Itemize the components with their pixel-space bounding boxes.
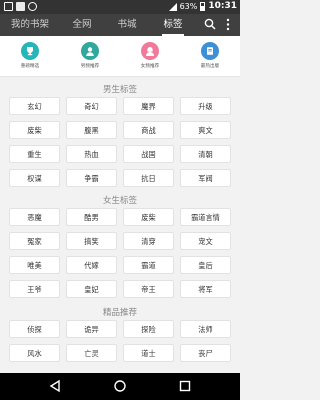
book-icon (207, 47, 213, 55)
trophy-icon (27, 47, 33, 56)
tag-button[interactable]: 诡异 (66, 320, 117, 338)
tag-button[interactable]: 升级 (180, 97, 231, 115)
tag-button[interactable]: 唯美 (9, 256, 60, 274)
quick-link-featured[interactable]: 重磅精选 (0, 42, 60, 69)
quick-link-label: 男频推荐 (80, 64, 100, 69)
tag-button[interactable]: 清朝 (180, 145, 231, 163)
quick-link-male[interactable]: 男频推荐 (60, 42, 120, 69)
sync-icon (28, 2, 37, 11)
tag-button[interactable]: 亡灵 (66, 344, 117, 362)
hot-publish-circle (201, 42, 219, 60)
tag-button[interactable]: 重生 (9, 145, 60, 163)
tag-button[interactable]: 废柴 (123, 208, 174, 226)
female-circle (141, 42, 159, 60)
home-icon[interactable] (113, 379, 127, 393)
tag-button[interactable]: 抗日 (123, 169, 174, 187)
tag-button[interactable]: 霸道 (123, 256, 174, 274)
tab-bookshelf[interactable]: 我的书架 (0, 14, 60, 36)
tag-button[interactable]: 搞笑 (66, 232, 117, 250)
system-nav-bar (0, 373, 240, 400)
section-title-male: 男生标签 (102, 85, 137, 95)
tag-button[interactable]: 爽文 (180, 121, 231, 139)
search-icon[interactable] (204, 18, 216, 30)
tag-button[interactable]: 酷男 (66, 208, 117, 226)
signal-icon (168, 2, 177, 11)
tag-button[interactable]: 代嫁 (66, 256, 117, 274)
more-menu-icon[interactable] (223, 18, 233, 31)
tag-button[interactable]: 宠文 (180, 232, 231, 250)
tag-button[interactable]: 王爷 (9, 280, 60, 298)
quick-link-hot-publish[interactable]: 最热出版 (180, 42, 240, 69)
notification-icon (4, 2, 13, 11)
female-avatar-icon (146, 47, 154, 56)
quick-link-label: 女频推荐 (140, 64, 160, 69)
tag-button[interactable]: 恶魔 (9, 208, 60, 226)
tag-button[interactable]: 霸道言情 (180, 208, 231, 226)
quick-link-label: 重磅精选 (20, 64, 40, 69)
quick-link-label: 最热出版 (200, 64, 220, 69)
tag-button[interactable]: 魔界 (123, 97, 174, 115)
quick-links-bar: 重磅精选 男频推荐 女频推荐 最热出版 (0, 36, 240, 77)
tag-button[interactable]: 帝王 (123, 280, 174, 298)
tag-button[interactable]: 权谋 (9, 169, 60, 187)
battery-icon (200, 2, 206, 11)
clock: 10:31 (208, 1, 237, 11)
featured-circle (21, 42, 39, 60)
female-tags-grid: 恶魔 酷男 废柴 霸道言情冤家 搞笑 清穿 宠文唯美 代嫁 霸道 皇后王爷 皇妃 帝王 将军 (9, 208, 231, 298)
section-title-recommended: 精品推荐 (102, 308, 137, 318)
tag-button[interactable]: 热血 (66, 145, 117, 163)
tag-button[interactable]: 将军 (180, 280, 231, 298)
tag-button[interactable]: 商战 (123, 121, 174, 139)
tag-button[interactable]: 清穿 (123, 232, 174, 250)
battery-percent: 63% (179, 2, 198, 11)
tag-button[interactable]: 探险 (123, 320, 174, 338)
tag-button[interactable]: 丧尸 (180, 344, 231, 362)
status-bar: 63% 10:31 (0, 0, 240, 14)
tag-button[interactable]: 战国 (123, 145, 174, 163)
tab-tags[interactable]: 标签 (150, 14, 196, 36)
section-title-female: 女生标签 (102, 196, 137, 206)
app-notification-icon (16, 2, 25, 11)
tag-button[interactable]: 法师 (180, 320, 231, 338)
tag-button[interactable]: 冤家 (9, 232, 60, 250)
tag-button[interactable]: 皇妃 (66, 280, 117, 298)
quick-link-female[interactable]: 女频推荐 (120, 42, 180, 69)
recommended-tags-grid: 侦探 诡异 探险 法师风水 亡灵 道士 丧尸 (9, 320, 231, 362)
tag-button[interactable]: 道士 (123, 344, 174, 362)
tag-button[interactable]: 争霸 (66, 169, 117, 187)
male-tags-grid: 玄幻 奇幻 魔界 升级废柴 腹黑 商战 爽文重生 热血 战国 清朝权谋 争霸 抗日 军阀 (9, 97, 231, 187)
tag-button[interactable]: 风水 (9, 344, 60, 362)
male-circle (81, 42, 99, 60)
tag-button[interactable]: 侦探 (9, 320, 60, 338)
tag-button[interactable]: 奇幻 (66, 97, 117, 115)
tag-button[interactable]: 废柴 (9, 121, 60, 139)
tag-button[interactable]: 皇后 (180, 256, 231, 274)
back-icon[interactable] (48, 379, 62, 393)
recent-apps-icon[interactable] (178, 379, 192, 393)
male-avatar-icon (86, 47, 94, 56)
tag-button[interactable]: 军阀 (180, 169, 231, 187)
top-nav: 我的书架 全网 书城 标签 (0, 14, 240, 36)
tag-button[interactable]: 腹黑 (66, 121, 117, 139)
tab-bookstore[interactable]: 书城 (104, 14, 150, 36)
tag-button[interactable]: 玄幻 (9, 97, 60, 115)
tab-all-web[interactable]: 全网 (60, 14, 104, 36)
